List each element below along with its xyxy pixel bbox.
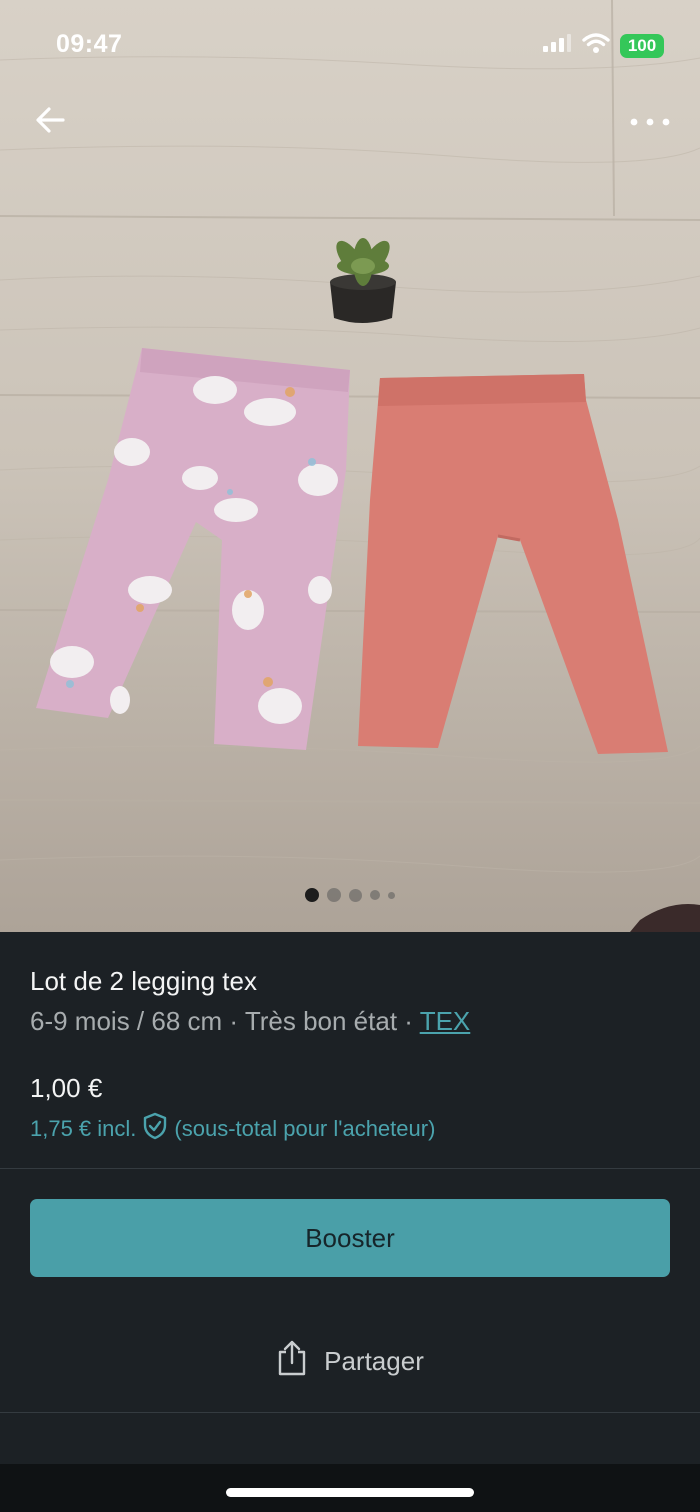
separator: · [397, 1006, 420, 1036]
share-label: Partager [324, 1345, 424, 1376]
separator: · [222, 1006, 245, 1036]
back-arrow-icon [35, 106, 65, 139]
battery-indicator: 100 [620, 33, 664, 58]
buyer-protection-price[interactable]: 1,75 € incl. (sous-total pour l'acheteur… [30, 1112, 435, 1146]
share-button[interactable]: Partager [0, 1322, 700, 1400]
page-dot-active[interactable] [305, 888, 319, 902]
price-note: (sous-total pour l'acheteur) [174, 1116, 436, 1141]
share-icon [276, 1339, 308, 1384]
price-incl-label: 1,75 € incl. [30, 1116, 137, 1141]
listing-title: Lot de 2 legging tex [30, 966, 257, 996]
product-photo[interactable]: 09:47 100 [0, 0, 700, 932]
page-dot[interactable] [349, 888, 362, 902]
listing-subtitle: 6-9 mois / 68 cm · Très bon état · TEX [30, 1006, 470, 1037]
signal-icon [542, 33, 572, 58]
divider [0, 1168, 700, 1169]
product-image [0, 0, 700, 932]
succulent-plant [330, 238, 396, 323]
status-time: 09:47 [56, 30, 123, 58]
condition-label: Très bon état [244, 1006, 398, 1036]
more-options-button[interactable] [624, 100, 676, 144]
home-indicator[interactable] [226, 1488, 474, 1497]
shield-check-icon [142, 1112, 168, 1146]
wifi-icon [582, 32, 610, 59]
back-button[interactable] [28, 100, 72, 144]
booster-button[interactable]: Booster [30, 1199, 670, 1277]
status-icons: 100 [542, 32, 664, 59]
brand-link[interactable]: TEX [420, 1006, 471, 1036]
gallery-pagination [0, 888, 700, 902]
page-dot[interactable] [388, 891, 395, 899]
listing-price: 1,00 € [30, 1073, 103, 1103]
page-dot[interactable] [370, 890, 380, 900]
more-icon [630, 113, 670, 131]
bottom-bar [0, 1464, 700, 1512]
size-label: 6-9 mois / 68 cm [30, 1006, 223, 1036]
page-dot[interactable] [327, 888, 341, 902]
listing-details: Lot de 2 legging tex 6-9 mois / 68 cm · … [0, 932, 700, 1512]
divider [0, 1412, 700, 1413]
